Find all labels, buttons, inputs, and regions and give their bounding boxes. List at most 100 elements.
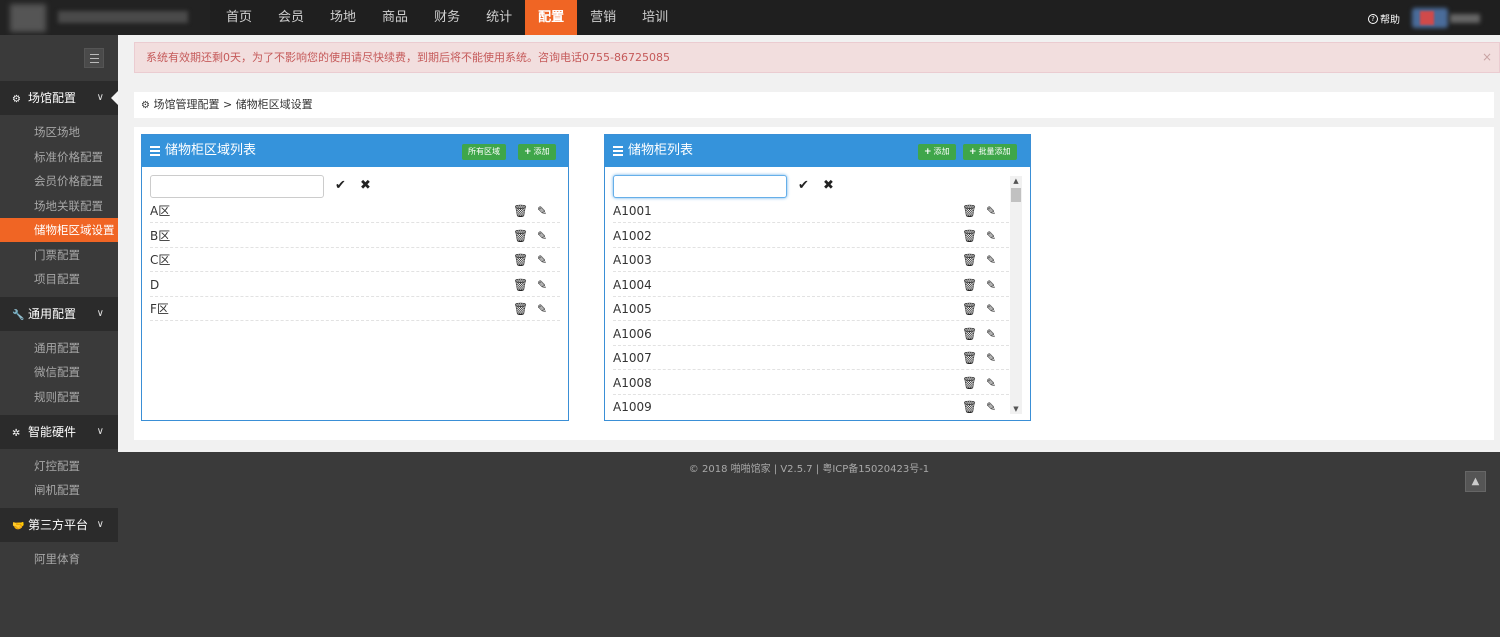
locker-name-input[interactable] [613,175,787,198]
help-link[interactable]: ? 帮助 [1368,11,1400,26]
nav-statistics[interactable]: 统计 [473,0,525,35]
nav-training[interactable]: 培训 [629,0,681,35]
area-name-input[interactable] [150,175,324,198]
trash-icon[interactable]: 🗑 [962,199,977,223]
close-icon[interactable]: ✖ [360,178,371,193]
locker-list-scrollbar[interactable]: ▲ ▼ [1010,176,1022,414]
list-item: D 🗑 ✎ [150,273,560,297]
chevron-down-icon: ∨ [96,519,104,530]
chevron-down-icon: ∨ [96,92,104,103]
edit-icon[interactable]: ✎ [986,273,996,297]
sidebar-item-venue-link[interactable]: 场地关联配置 [0,194,118,218]
gears-icon: ⚙ [141,100,150,111]
list-icon [150,144,160,158]
handshake-icon: 🤝 [12,521,25,532]
add-area-button[interactable]: + 添加 [518,144,556,160]
sidebar-item-gate[interactable]: 闸机配置 [0,478,118,502]
scroll-down-icon[interactable]: ▼ [1010,404,1022,414]
edit-icon[interactable]: ✎ [986,199,996,223]
locker-list-panel: 储物柜列表 + 添加 + 批量添加 ✔ ✖ A1001 🗑 ✎ A1002 🗑 ✎ … [604,134,1031,421]
edit-icon[interactable]: ✎ [986,297,996,321]
brand-logo[interactable] [0,0,210,35]
trash-icon[interactable]: 🗑 [513,224,528,248]
sidebar-section-general-config[interactable]: 🔧 通用配置 ∨ [0,297,118,331]
locker-name: A1007 [613,351,652,365]
edit-icon[interactable]: ✎ [986,322,996,346]
sidebar-item-projects[interactable]: 项目配置 [0,267,118,291]
sidebar-item-tickets[interactable]: 门票配置 [0,243,118,267]
close-icon[interactable]: × [1482,43,1492,72]
edit-icon[interactable]: ✎ [986,224,996,248]
trash-icon[interactable]: 🗑 [513,297,528,321]
sidebar-section-smart-hardware[interactable]: ✲ 智能硬件 ∨ [0,415,118,449]
area-name: C区 [150,253,171,267]
sidebar-item-wechat[interactable]: 微信配置 [0,360,118,384]
add-locker-button[interactable]: + 添加 [918,144,956,160]
button-label: 批量添加 [978,147,1011,156]
trash-icon[interactable]: 🗑 [962,346,977,370]
nav-goods[interactable]: 商品 [369,0,421,35]
check-icon[interactable]: ✔ [335,178,346,193]
area-name: D [150,278,160,292]
trash-icon[interactable]: 🗑 [962,395,977,419]
nav-marketing[interactable]: 营销 [577,0,629,35]
breadcrumb-parent[interactable]: 场馆管理配置 [153,98,219,111]
sidebar-item-member-price[interactable]: 会员价格配置 [0,169,118,193]
edit-icon[interactable]: ✎ [537,297,547,321]
close-icon[interactable]: ✖ [823,178,834,193]
nav-venues[interactable]: 场地 [317,0,369,35]
sidebar-item-light-control[interactable]: 灯控配置 [0,454,118,478]
locker-name: A1005 [613,302,652,316]
list-item: A1008 🗑 ✎ [613,371,1009,395]
edit-icon[interactable]: ✎ [986,395,996,419]
user-avatar[interactable] [1412,8,1482,28]
sidebar-item-standard-price[interactable]: 标准价格配置 [0,145,118,169]
check-icon[interactable]: ✔ [798,178,809,193]
nav-members[interactable]: 会员 [265,0,317,35]
edit-icon[interactable]: ✎ [986,248,996,272]
sidebar-item-venue-areas[interactable]: 场区场地 [0,120,118,144]
trash-icon[interactable]: 🗑 [962,248,977,272]
edit-icon[interactable]: ✎ [986,346,996,370]
sidebar-section-third-party[interactable]: 🤝 第三方平台 ∨ [0,508,118,542]
scroll-thumb[interactable] [1011,188,1021,202]
batch-add-button[interactable]: + 批量添加 [963,144,1017,160]
nav-home[interactable]: 首页 [213,0,265,35]
trash-icon[interactable]: 🗑 [962,273,977,297]
trash-icon[interactable]: 🗑 [962,322,977,346]
list-item: A1002 🗑 ✎ [613,224,1009,248]
sidebar-item-general[interactable]: 通用配置 [0,336,118,360]
nav-config[interactable]: 配置 [525,0,578,35]
edit-icon[interactable]: ✎ [537,273,547,297]
edit-icon[interactable]: ✎ [537,199,547,223]
trash-icon[interactable]: 🗑 [962,371,977,395]
trash-icon[interactable]: 🗑 [962,224,977,248]
breadcrumb-current: 储物柜区域设置 [235,98,313,111]
button-label: 所有区域 [468,147,500,156]
trash-icon[interactable]: 🗑 [513,273,528,297]
trash-icon[interactable]: 🗑 [962,297,977,321]
help-label: 帮助 [1380,15,1400,26]
scroll-up-icon[interactable]: ▲ [1010,176,1022,186]
sidebar-section-venue-config[interactable]: ⚙ 场馆配置 ∨ [0,81,118,115]
top-navbar: 首页 会员 场地 商品 财务 统计 配置 营销 培训 ? 帮助 [0,0,1500,35]
area-name: B区 [150,229,171,243]
question-circle-icon: ? [1368,13,1378,24]
locker-name: A1009 [613,400,652,414]
trash-icon[interactable]: 🗑 [513,199,528,223]
sidebar-toggle-button[interactable] [84,48,104,68]
trash-icon[interactable]: 🗑 [513,248,528,272]
sidebar-item-rules[interactable]: 规则配置 [0,385,118,409]
edit-icon[interactable]: ✎ [537,248,547,272]
back-to-top-button[interactable]: ▲ [1465,471,1486,492]
plus-icon: + [924,147,932,157]
edit-icon[interactable]: ✎ [986,371,996,395]
gears-icon: ⚙ [12,94,21,105]
list-item: F区 🗑 ✎ [150,297,560,321]
sidebar-item-ali-sports[interactable]: 阿里体育 [0,547,118,571]
button-label: 添加 [933,147,950,156]
edit-icon[interactable]: ✎ [537,224,547,248]
all-areas-button[interactable]: 所有区域 [462,144,506,160]
sidebar-item-locker-area[interactable]: 储物柜区域设置 [0,218,118,242]
nav-finance[interactable]: 财务 [421,0,473,35]
